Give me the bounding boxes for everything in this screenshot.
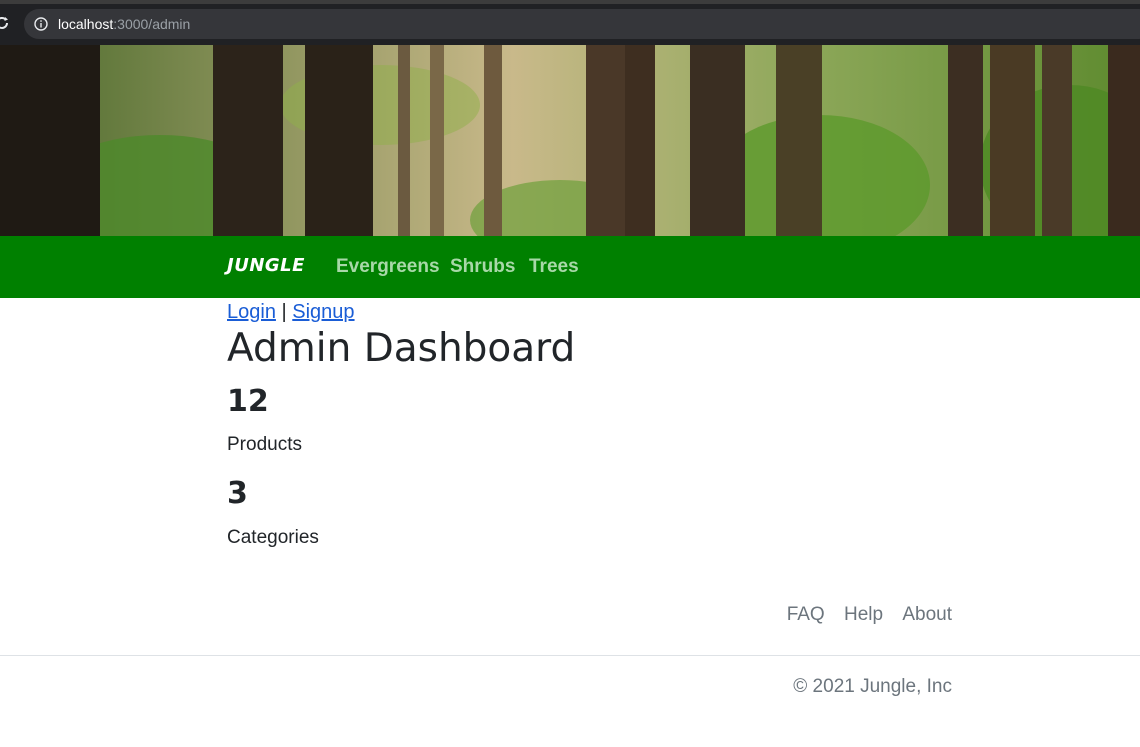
brand-logo[interactable]: JUNGLE xyxy=(227,255,305,276)
footer-link-faq[interactable]: FAQ xyxy=(787,604,825,625)
footer-links: FAQ Help About xyxy=(773,604,952,626)
page-title: Admin Dashboard xyxy=(227,326,576,371)
nav-link-evergreens[interactable]: Evergreens xyxy=(336,256,440,278)
url-text: localhost:3000/admin xyxy=(58,16,190,32)
products-count: 12 xyxy=(227,384,269,419)
nav-link-trees[interactable]: Trees xyxy=(529,256,579,278)
auth-links: Login | Signup xyxy=(227,301,355,324)
nav-link-shrubs[interactable]: Shrubs xyxy=(450,256,515,278)
info-icon[interactable] xyxy=(34,17,48,31)
categories-count: 3 xyxy=(227,476,248,511)
reload-icon[interactable] xyxy=(0,15,10,31)
url-input[interactable]: localhost:3000/admin xyxy=(24,9,1140,39)
footer-link-help[interactable]: Help xyxy=(844,604,883,625)
products-label: Products xyxy=(227,434,302,455)
login-link[interactable]: Login xyxy=(227,301,276,323)
browser-address-bar: localhost:3000/admin xyxy=(0,0,1140,45)
url-host: localhost xyxy=(58,16,114,32)
copyright: © 2021 Jungle, Inc xyxy=(793,676,952,697)
auth-separator: | xyxy=(281,301,287,323)
signup-link[interactable]: Signup xyxy=(292,301,354,323)
categories-label: Categories xyxy=(227,527,319,548)
footer-link-about[interactable]: About xyxy=(902,604,952,625)
url-path: :3000/admin xyxy=(113,16,191,32)
navbar: JUNGLE Evergreens Shrubs Trees xyxy=(0,236,1140,298)
hero-forest-image xyxy=(0,45,1140,236)
footer-divider xyxy=(0,655,1140,656)
